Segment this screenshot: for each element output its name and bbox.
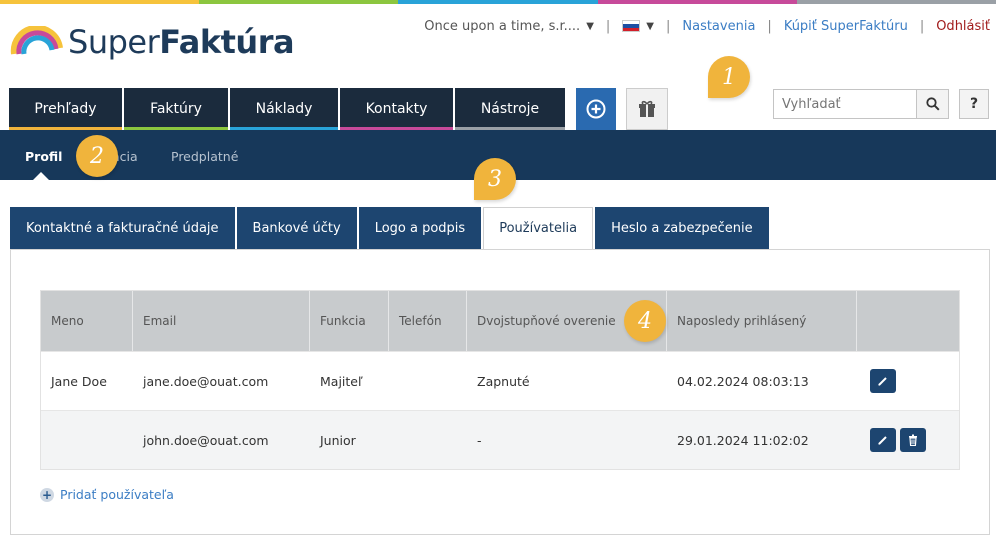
gift-button[interactable] [626, 88, 668, 130]
trash-icon [909, 434, 917, 446]
search-icon [925, 97, 940, 111]
company-name: Once upon a time, s.r.... [424, 18, 581, 34]
cell-email: jane.doe@ouat.com [143, 373, 269, 389]
logout-link[interactable]: Odhlásiť [936, 19, 990, 34]
tab-users[interactable]: Používatelia [483, 207, 594, 250]
cell-actions [857, 352, 959, 410]
active-item-pointer [33, 172, 49, 180]
column-header-actions [857, 291, 959, 351]
cell-actions [857, 411, 959, 469]
buy-superfaktura-link[interactable]: Kúpiť SuperFaktúru [784, 19, 908, 34]
settings-tabs: Kontaktné a fakturačné údaje Bankové účt… [10, 207, 771, 250]
cell-role: Majiteľ [320, 373, 363, 389]
cell-phone [389, 411, 467, 469]
subnav-item-profil[interactable]: Profil [25, 149, 62, 164]
nav-tab-nastroje[interactable]: Nástroje [455, 88, 565, 130]
callout-badge-4: 4 [624, 300, 666, 342]
column-header-name: Meno [41, 291, 133, 351]
users-table: Meno Email Funkcia Telefón Dvojstupňové … [40, 290, 960, 470]
search-input[interactable] [774, 90, 916, 118]
search-button[interactable] [916, 90, 948, 118]
edit-icon [878, 436, 887, 445]
add-user-link[interactable]: + Pridať používateľa [40, 487, 174, 502]
logo[interactable]: SuperFaktúra [10, 22, 295, 62]
create-new-button[interactable] [576, 88, 616, 130]
tab-contact-billing[interactable]: Kontaktné a fakturačné údaje [10, 207, 235, 250]
delete-user-button[interactable] [900, 428, 926, 452]
page: { "brand": { "logo_text_regular": "Super… [0, 0, 996, 540]
cell-last-login: 04.02.2024 08:03:13 [677, 373, 809, 389]
chevron-down-icon: ▼ [646, 20, 654, 32]
chevron-down-icon: ▼ [586, 20, 594, 32]
cell-last-login: 29.01.2024 11:02:02 [677, 432, 809, 448]
edit-user-button[interactable] [870, 428, 896, 452]
strip-yellow [0, 0, 200, 4]
table-row: Jane Doe jane.doe@ouat.com Majiteľ Zapnu… [41, 351, 959, 410]
nav-tab-faktury[interactable]: Faktúry [124, 88, 228, 130]
plus-circle-icon: + [40, 487, 54, 502]
edit-icon [878, 377, 887, 386]
main-nav: Prehľady Faktúry Náklady Kontakty Nástro… [9, 88, 567, 130]
column-header-role: Funkcia [310, 291, 389, 351]
cell-name: Jane Doe [51, 373, 107, 389]
settings-link[interactable]: Nastavenia [682, 19, 755, 34]
language-selector[interactable]: ▼ [622, 20, 654, 32]
tab-password-security[interactable]: Heslo a zabezpečenie [595, 207, 769, 250]
cell-role: Junior [320, 432, 356, 448]
separator: | [665, 18, 671, 34]
strip-green [199, 0, 399, 4]
table-row: john.doe@ouat.com Junior - 29.01.2024 11… [41, 410, 959, 469]
separator: | [919, 18, 925, 34]
logo-rainbow-icon [10, 26, 63, 55]
cell-name [41, 411, 133, 469]
gift-icon [639, 100, 655, 117]
tab-logo-signature[interactable]: Logo a podpis [358, 207, 482, 250]
add-user-label: Pridať používateľa [60, 487, 174, 502]
cell-email: john.doe@ouat.com [143, 432, 269, 448]
search-box [773, 89, 949, 119]
table-header: Meno Email Funkcia Telefón Dvojstupňové … [41, 291, 959, 351]
logo-text: SuperFaktúra [68, 23, 295, 61]
strip-gray [796, 0, 996, 4]
help-button[interactable]: ? [959, 89, 989, 119]
column-header-last-login: Naposledy prihlásený [667, 291, 857, 351]
company-selector[interactable]: Once upon a time, s.r.... ▼ [424, 19, 594, 34]
callout-badge-1: 1 [708, 56, 750, 98]
callout-badge-3: 3 [474, 158, 516, 200]
cell-two-factor: Zapnuté [477, 373, 530, 389]
utility-bar: Once upon a time, s.r.... ▼ | ▼ | Nastav… [424, 17, 990, 35]
callout-badge-2: 2 [76, 135, 118, 177]
subnav-item-predplatne[interactable]: Predplatné [171, 149, 238, 164]
strip-blue [398, 0, 598, 4]
edit-user-button[interactable] [870, 369, 896, 393]
brand-color-strip [0, 0, 996, 4]
column-header-phone: Telefón [389, 291, 467, 351]
strip-magenta [597, 0, 797, 4]
tab-bank-accounts[interactable]: Bankové účty [236, 207, 357, 250]
separator: | [605, 18, 611, 34]
separator: | [767, 18, 772, 34]
nav-tab-naklady[interactable]: Náklady [230, 88, 338, 130]
cell-two-factor: - [477, 432, 482, 448]
nav-tab-prehlady[interactable]: Prehľady [9, 88, 122, 130]
slovak-flag-icon [622, 20, 641, 32]
column-header-email: Email [133, 291, 310, 351]
nav-tab-kontakty[interactable]: Kontakty [340, 88, 453, 130]
cell-phone [389, 352, 467, 410]
plus-circle-icon [586, 99, 606, 119]
